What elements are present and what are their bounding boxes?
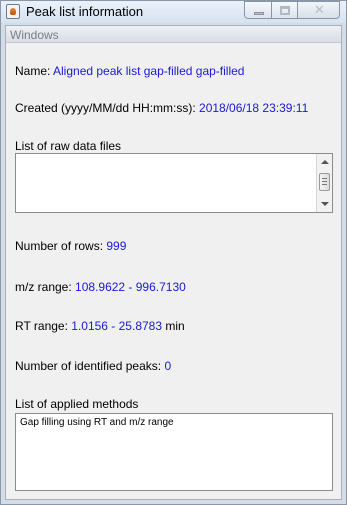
name-label: Name:: [15, 64, 51, 78]
rows-value: 999: [106, 239, 127, 253]
window-controls: ✕: [244, 1, 340, 21]
group-title: Windows: [10, 28, 59, 42]
raw-files-list[interactable]: [15, 153, 333, 213]
methods-label: List of applied methods: [15, 397, 139, 411]
mz-range-label: m/z range:: [15, 280, 72, 294]
client-area: Windows Name: Aligned peak list gap-fill…: [5, 25, 342, 500]
created-label: Created (yyyy/MM/dd HH:mm:ss):: [15, 101, 196, 115]
group-header: Windows: [6, 26, 341, 43]
maximize-button[interactable]: [271, 1, 298, 19]
window-title: Peak list information: [26, 4, 144, 19]
name-row: Name: Aligned peak list gap-filled gap-f…: [15, 64, 244, 78]
created-row: Created (yyyy/MM/dd HH:mm:ss): 2018/06/1…: [15, 101, 308, 115]
list-item[interactable]: Gap filling using RT and m/z range: [20, 417, 328, 428]
close-button[interactable]: ✕: [297, 1, 340, 19]
rows-row: Number of rows: 999: [15, 239, 126, 253]
peak-list-information-window: Peak list information ✕ Windows Name: Al…: [0, 0, 347, 505]
name-value: Aligned peak list gap-filled gap-filled: [53, 64, 245, 78]
identified-label: Number of identified peaks:: [15, 359, 162, 373]
created-value: 2018/06/18 23:39:11: [199, 101, 309, 115]
scroll-up-icon[interactable]: [321, 160, 329, 164]
minimize-button[interactable]: [244, 1, 272, 19]
title-bar[interactable]: Peak list information ✕: [1, 1, 346, 23]
close-icon: ✕: [314, 3, 325, 18]
rt-range-unit: min: [165, 319, 185, 333]
maximize-icon: [280, 6, 290, 15]
scroll-down-icon[interactable]: [321, 202, 329, 206]
identified-value: 0: [164, 359, 172, 373]
minimize-icon: [254, 12, 264, 15]
rt-range-value: 1.0156 - 25.8783: [71, 319, 163, 333]
rt-range-label: RT range:: [15, 319, 68, 333]
identified-row: Number of identified peaks: 0: [15, 359, 171, 373]
raw-files-scrollbar[interactable]: [316, 154, 332, 212]
rt-range-row: RT range: 1.0156 - 25.8783 min: [15, 319, 185, 333]
java-app-icon: [6, 4, 20, 19]
raw-files-label: List of raw data files: [15, 139, 122, 153]
mz-range-row: m/z range: 108.9622 - 996.7130: [15, 280, 186, 294]
scroll-thumb[interactable]: [319, 173, 330, 191]
mz-range-value: 108.9622 - 996.7130: [75, 280, 186, 294]
rows-label: Number of rows:: [15, 239, 104, 253]
applied-methods-list[interactable]: Gap filling using RT and m/z range: [15, 413, 333, 491]
